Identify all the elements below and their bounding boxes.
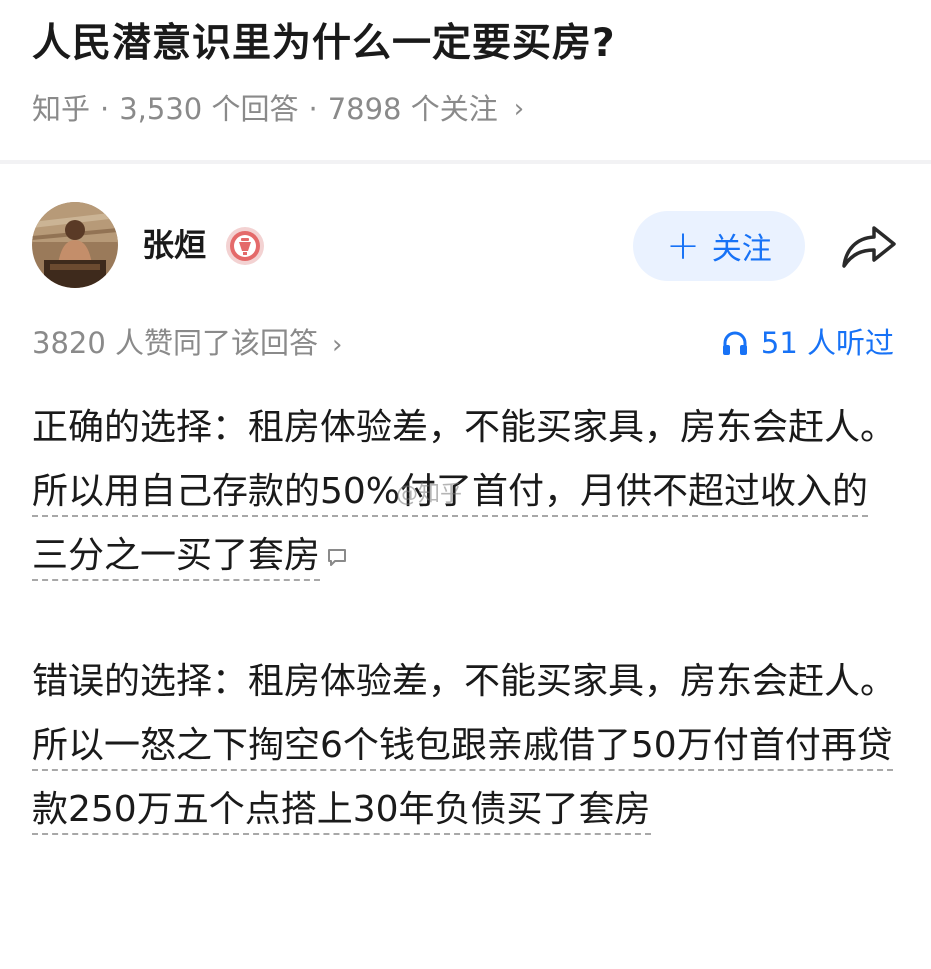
question-title[interactable]: 人民潜意识里为什么一定要买房? [32, 14, 616, 74]
meta-separator: · [308, 92, 318, 126]
headphones-icon [722, 331, 747, 355]
comment-bubble-icon[interactable] [326, 525, 348, 589]
creator-badge-icon [226, 227, 264, 265]
upvote-count: 3820 人赞同了该回答 [32, 326, 319, 360]
answer-paragraph-wrong: 错误的选择：租房体验差，不能买家具，房东会赶人。所以一怒之下掏空6个钱包跟亲戚借… [32, 650, 898, 842]
follow-label: 关注 [711, 232, 772, 267]
answer-text: 错误的选择：租房体验差，不能买家具，房东会赶人。 [32, 661, 897, 702]
section-divider [0, 160, 931, 164]
answer-text: 正确的选择：租房体验差，不能买家具，房东会赶人。 [32, 407, 897, 448]
share-arrow-icon[interactable] [840, 222, 898, 270]
avatar-photo [32, 202, 118, 288]
avatar[interactable] [32, 202, 118, 288]
answer-count: 3,530 个回答 [119, 92, 299, 126]
highlighted-segment[interactable]: 所以一怒之下掏空6个钱包跟亲戚借了50万付首付再贷款250万五个点搭上30年负债… [32, 725, 893, 835]
plus-icon: + [666, 223, 700, 269]
listen-count: 51 人听过 [760, 326, 894, 360]
listen-summary[interactable]: 51 人听过 [721, 320, 894, 366]
upvote-summary[interactable]: 3820 人赞同了该回答 › [32, 320, 342, 368]
chevron-right-icon: › [513, 94, 525, 124]
question-meta[interactable]: 知乎 · 3,530 个回答 · 7898 个关注 › [32, 86, 524, 132]
watermark: @知乎 [396, 482, 463, 507]
author-name[interactable]: 张烜 [142, 222, 206, 268]
answer-paragraph-correct: 正确的选择：租房体验差，不能买家具，房东会赶人。所以用自己存款的50%付了首付，… [32, 396, 898, 589]
site-name: 知乎 [32, 92, 91, 126]
meta-separator: · [100, 92, 110, 126]
chevron-right-icon: › [332, 330, 343, 360]
follower-count: 7898 个关注 [327, 92, 498, 126]
answer-page: 人民潜意识里为什么一定要买房? 知乎 · 3,530 个回答 · 7898 个关… [0, 0, 931, 969]
follow-button[interactable]: + 关注 [633, 211, 805, 281]
